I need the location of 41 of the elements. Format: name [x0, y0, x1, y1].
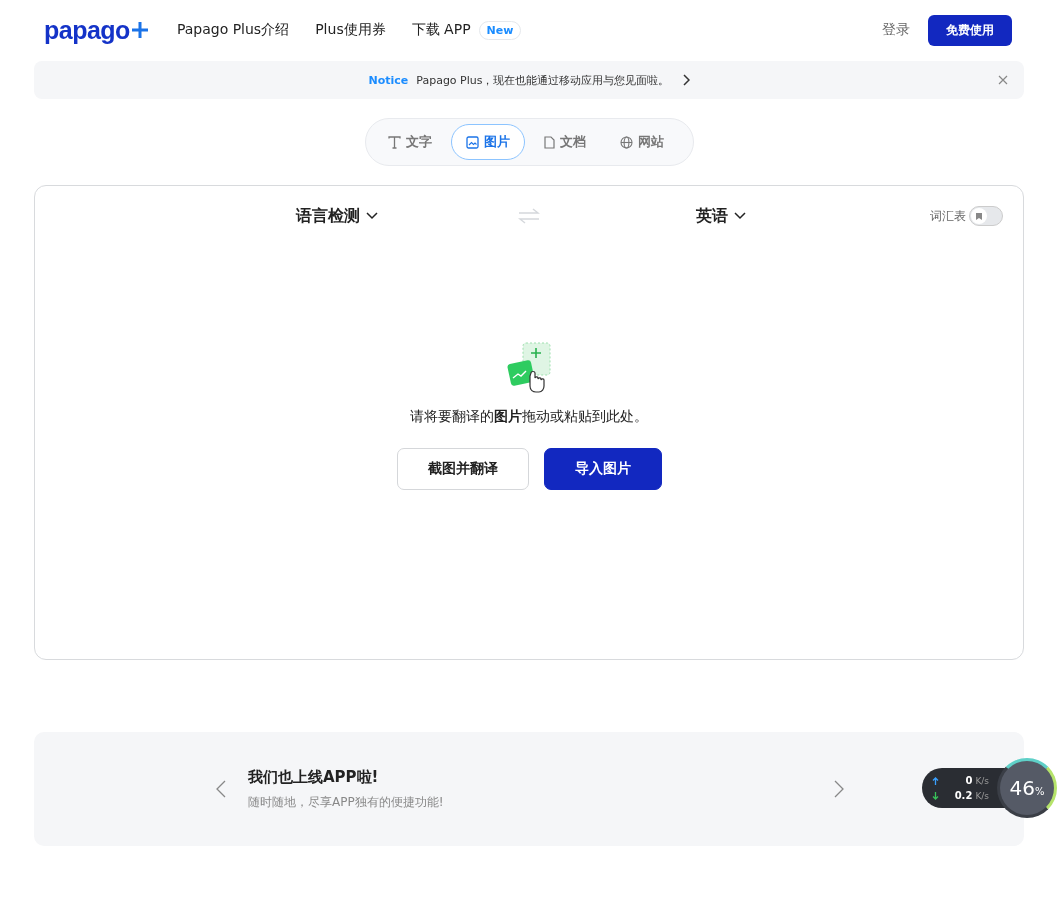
drop-prompt: 请将要翻译的图片拖动或粘贴到此处。 [410, 408, 648, 426]
close-icon[interactable] [998, 75, 1008, 85]
notice-text[interactable]: Papago Plus，现在也能通过移动应用与您见面啦。 [416, 72, 670, 88]
login-link[interactable]: 登录 [882, 21, 910, 39]
upload-speed: 0 [964, 775, 973, 786]
usage-percent: 46 [1009, 776, 1035, 800]
screenshot-button[interactable]: 截图并翻译 [396, 448, 529, 490]
upload-unit: K/s [975, 775, 989, 786]
caret-icon [366, 212, 378, 220]
chevron-left-icon[interactable] [216, 780, 226, 798]
percent-sign: % [1034, 785, 1045, 797]
notice-tag: Notice [368, 73, 409, 87]
mode-tab[interactable]: 网站 [604, 124, 679, 160]
source-language-select[interactable]: 语言检测 [290, 204, 384, 228]
bookmark-icon [976, 212, 982, 220]
nav-link[interactable]: Plus使用券 [315, 21, 386, 39]
text-icon [387, 135, 401, 149]
image-icon [465, 135, 479, 149]
glossary-toggle[interactable] [969, 206, 1003, 226]
mode-tab[interactable]: 文字 [372, 124, 447, 160]
glossary-label: 词汇表 [930, 207, 966, 225]
image-upload-drawing [506, 342, 552, 394]
nav-link[interactable]: 下载 APP [411, 21, 471, 39]
mode-tab[interactable]: 图片 [450, 124, 525, 160]
target-language-select[interactable]: 英语 [690, 204, 752, 228]
banner-subtitle: 随时随地，尽享APP独有的便捷功能! [248, 793, 445, 811]
free-use-button[interactable]: 免费使用 [928, 14, 1012, 46]
plus-icon [130, 21, 149, 39]
banner-title: 我们也上线APP啦! [248, 767, 380, 787]
download-speed: 0.2 [953, 790, 973, 801]
logo-text[interactable]: papago [44, 17, 130, 43]
import-image-button[interactable]: 导入图片 [543, 448, 662, 490]
download-unit: K/s [975, 790, 989, 801]
chevron-right-icon[interactable] [681, 74, 690, 86]
globe-icon [619, 135, 633, 149]
caret-icon [734, 212, 746, 220]
mode-tab[interactable]: 文档 [528, 124, 601, 160]
document-icon [543, 135, 555, 149]
upload-arrow-icon [932, 776, 940, 785]
download-arrow-icon [932, 791, 940, 800]
nav-link[interactable]: Papago Plus介绍 [176, 21, 290, 39]
